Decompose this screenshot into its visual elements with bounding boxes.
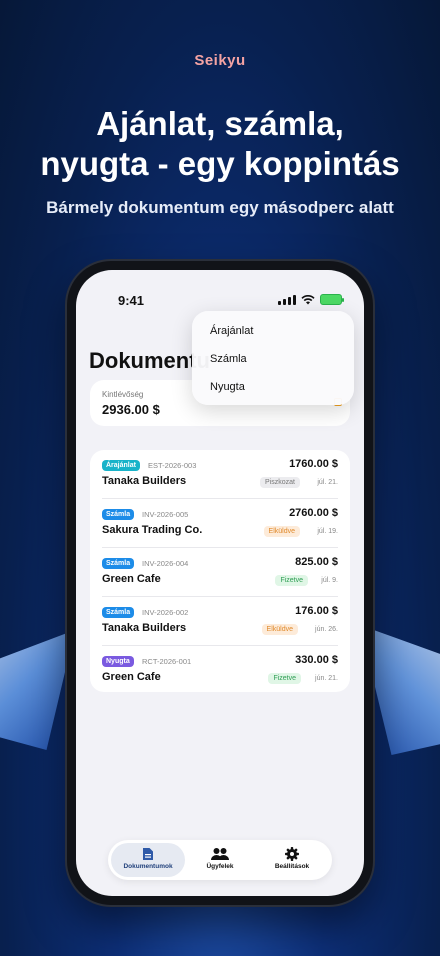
list-item[interactable]: Számla INV-2026-004 Green Cafe 825.00 $ … — [102, 548, 338, 597]
wifi-icon — [301, 294, 315, 304]
client-name: Sakura Trading Co. — [102, 524, 203, 536]
tab-label: Beállítások — [274, 863, 310, 870]
document-type-badge: Számla — [102, 558, 135, 569]
tab-clients[interactable]: Ügyfelek — [183, 843, 257, 877]
document-type-badge: Árajánlat — [102, 460, 140, 471]
create-document-menu: Árajánlat Számla Nyugta — [192, 311, 354, 405]
document-amount: 330.00 $ — [295, 654, 338, 666]
status-bar-time: 9:41 — [118, 293, 145, 308]
document-number: INV-2026-004 — [142, 559, 189, 568]
phone-frame: 9:41 Dokumentumok Kintlévőség 2936.00 $ … — [67, 261, 373, 905]
document-list: Árajánlat EST-2026-003 Tanaka Builders 1… — [90, 450, 350, 692]
status-bar-icons — [278, 294, 344, 305]
client-name: Green Cafe — [102, 671, 161, 683]
tab-documents[interactable]: Dokumentumok — [111, 843, 185, 877]
document-date: júl. 9. — [321, 577, 338, 584]
brand-name: Seikyu — [194, 52, 246, 69]
document-number: INV-2026-005 — [142, 510, 189, 519]
status-badge: Elküldve — [263, 526, 300, 537]
document-amount: 825.00 $ — [295, 556, 338, 568]
document-number: EST-2026-003 — [148, 461, 197, 470]
document-amount: 176.00 $ — [295, 605, 338, 617]
headline-line-2: nyugta - egy koppintás — [40, 145, 400, 182]
tab-label: Ügyfelek — [206, 863, 234, 870]
status-badge: Elküldve — [261, 624, 298, 635]
document-date: júl. 21. — [317, 479, 338, 486]
gear-icon — [285, 847, 299, 861]
menu-item-invoice[interactable]: Számla — [210, 353, 247, 365]
headline: Ajánlat, számla, nyugta - egy koppintás — [0, 104, 440, 184]
bottom-tab-bar: Dokumentumok Ügyfelek Beállítások — [108, 840, 332, 880]
document-icon — [143, 848, 153, 860]
battery-charging-icon — [320, 294, 344, 305]
tab-label: Dokumentumok — [123, 863, 173, 870]
list-item[interactable]: Nyugta RCT-2026-001 Green Cafe 330.00 $ … — [102, 646, 338, 695]
phone-screen: 9:41 Dokumentumok Kintlévőség 2936.00 $ … — [76, 270, 364, 896]
menu-item-receipt[interactable]: Nyugta — [210, 381, 245, 393]
client-name: Green Cafe — [102, 573, 161, 585]
document-amount: 2760.00 $ — [289, 507, 338, 519]
decorative-glow-shard-left — [0, 630, 75, 750]
document-number: INV-2026-002 — [142, 608, 189, 617]
status-badge: Piszkozat — [260, 477, 300, 488]
document-date: jún. 26. — [315, 626, 338, 633]
tab-settings[interactable]: Beállítások — [255, 843, 329, 877]
list-item[interactable]: Számla INV-2026-002 Tanaka Builders 176.… — [102, 597, 338, 646]
list-item[interactable]: Számla INV-2026-005 Sakura Trading Co. 2… — [102, 499, 338, 548]
client-name: Tanaka Builders — [102, 622, 187, 634]
document-type-badge: Számla — [102, 509, 135, 520]
outstanding-label: Kintlévőség — [102, 390, 144, 399]
people-icon — [211, 848, 229, 860]
headline-line-1: Ajánlat, számla, — [96, 105, 344, 142]
document-date: júl. 19. — [317, 528, 338, 535]
document-amount: 1760.00 $ — [289, 458, 338, 470]
status-badge: Fizetve — [275, 575, 308, 586]
document-date: jún. 21. — [315, 675, 338, 682]
cellular-signal-icon — [278, 294, 296, 305]
document-type-badge: Nyugta — [102, 656, 134, 667]
menu-item-quote[interactable]: Árajánlat — [210, 325, 253, 337]
subheadline: Bármely dokumentum egy másodperc alatt — [46, 198, 394, 217]
page-title: Dokumentumok — [89, 348, 209, 373]
client-name: Tanaka Builders — [102, 475, 187, 487]
list-item[interactable]: Árajánlat EST-2026-003 Tanaka Builders 1… — [102, 450, 338, 499]
outstanding-value: 2936.00 $ — [102, 402, 160, 417]
document-number: RCT-2026-001 — [142, 657, 192, 666]
status-badge: Fizetve — [268, 673, 301, 684]
document-type-badge: Számla — [102, 607, 135, 618]
